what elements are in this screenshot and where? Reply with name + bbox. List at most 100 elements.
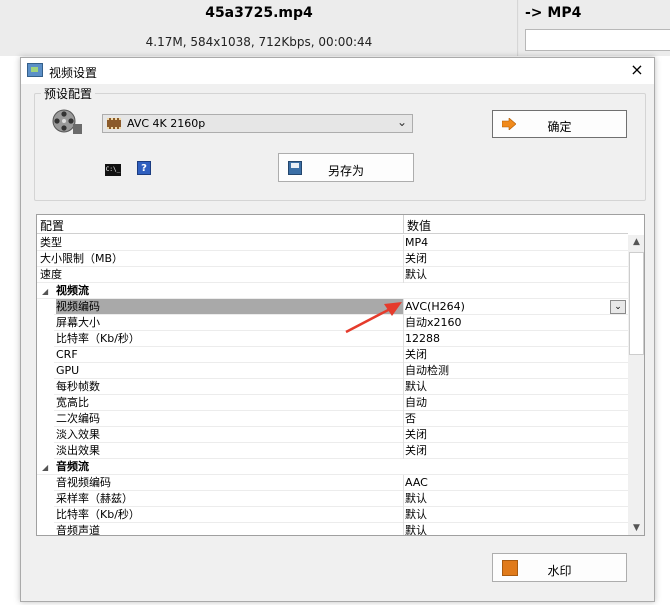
video-settings-icon [27, 63, 43, 77]
row-key: 视频编码 [56, 299, 403, 314]
row-key: 比特率（Kb/秒） [56, 332, 140, 345]
row-gutter [37, 331, 54, 347]
column-separator [403, 475, 404, 491]
row-value[interactable]: 否 [405, 411, 416, 426]
file-name: 45a3725.mp4 [205, 5, 313, 21]
row-gutter [37, 523, 54, 535]
grid-category-row[interactable]: ◢ 视频流 [37, 283, 628, 299]
row-gutter [37, 315, 54, 331]
row-value[interactable]: 自动检测 [405, 363, 449, 378]
row-value[interactable]: AVC(H264) [405, 299, 465, 314]
grid-row[interactable]: 淡出效果 关闭 [37, 443, 628, 459]
row-gutter [37, 427, 54, 443]
row-key: 每秒帧数 [56, 380, 100, 393]
column-separator [403, 443, 404, 459]
row-value[interactable]: 默认 [405, 523, 427, 535]
row-gutter [37, 299, 54, 315]
collapse-triangle-icon[interactable]: ◢ [42, 284, 48, 299]
watermark-button[interactable]: 水印 [492, 553, 627, 582]
preset-value: AVC 4K 2160p [127, 117, 206, 130]
vertical-scrollbar[interactable]: ▲ ▼ [628, 235, 644, 535]
ok-label: 确定 [547, 120, 572, 134]
grid-row[interactable]: 屏幕大小 自动x2160 [37, 315, 628, 331]
row-value[interactable]: 关闭 [405, 443, 427, 458]
grid-row[interactable]: CRF 关闭 [37, 347, 628, 363]
column-separator [403, 251, 404, 267]
grid-row[interactable]: 视频编码 AVC(H264) ⌄ [37, 299, 628, 315]
row-gutter [37, 379, 54, 395]
grid-row[interactable]: 速度 默认 [37, 267, 628, 283]
row-key: 视频流 [56, 284, 89, 297]
row-value[interactable]: 关闭 [405, 347, 427, 362]
dialog-titlebar: 视频设置 × [21, 58, 654, 84]
film-reel-icon [52, 109, 82, 134]
preset-group-label: 预设配置 [41, 85, 96, 102]
row-value[interactable]: 默认 [405, 267, 427, 282]
grid-rows: 类型 MP4 大小限制（MB） 关闭 速度 默认 ◢ 视频流 视频编码 AVC(H264) ⌄ 屏幕大… [37, 235, 628, 535]
row-value[interactable]: 关闭 [405, 251, 427, 266]
row-value[interactable]: 自动 [405, 395, 427, 410]
help-icon[interactable]: ? [137, 161, 151, 175]
column-separator [403, 379, 404, 395]
ok-button[interactable]: 确定 [492, 110, 627, 138]
row-key: 采样率（赫兹） [56, 492, 133, 505]
row-gutter [37, 475, 54, 491]
column-separator [403, 215, 404, 234]
output-path-field[interactable] [525, 29, 670, 51]
row-gutter [37, 507, 54, 523]
grid-row[interactable]: 比特率（Kb/秒） 12288 [37, 331, 628, 347]
scroll-thumb[interactable] [629, 252, 644, 355]
grid-row[interactable]: 音频声道 默认 [37, 523, 628, 535]
grid-row[interactable]: 二次编码 否 [37, 411, 628, 427]
column-separator [403, 411, 404, 427]
row-key: 音视频编码 [56, 476, 111, 489]
collapse-triangle-icon[interactable]: ◢ [42, 460, 48, 475]
row-key: 淡入效果 [56, 428, 100, 441]
row-value[interactable]: 自动x2160 [405, 315, 462, 330]
scroll-up-icon[interactable]: ▲ [628, 235, 644, 249]
column-separator [403, 315, 404, 331]
column-separator [403, 363, 404, 379]
file-item-header[interactable]: 45a3725.mp4 4.17M, 584x1038, 712Kbps, 00… [0, 0, 518, 56]
row-value[interactable]: 默认 [405, 507, 427, 522]
close-icon[interactable]: × [628, 61, 646, 79]
grid-category-row[interactable]: ◢ 音频流 [37, 459, 628, 475]
row-key: 屏幕大小 [56, 316, 100, 329]
row-key: 大小限制（MB） [40, 252, 124, 265]
row-key: 速度 [40, 268, 62, 281]
grid-row[interactable]: 宽高比 自动 [37, 395, 628, 411]
row-value[interactable]: AAC [405, 475, 428, 490]
column-separator [403, 427, 404, 443]
save-as-label: 另存为 [327, 164, 364, 178]
scroll-down-icon[interactable]: ▼ [628, 521, 644, 535]
film-strip-icon [107, 118, 121, 129]
preset-dropdown[interactable]: AVC 4K 2160p ⌄ [102, 114, 413, 133]
column-separator [403, 395, 404, 411]
row-key: 音频流 [56, 460, 89, 473]
grid-row[interactable]: 类型 MP4 [37, 235, 628, 251]
file-info: 4.17M, 584x1038, 712Kbps, 00:00:44 [145, 35, 373, 49]
row-key: 淡出效果 [56, 444, 100, 457]
column-separator [403, 299, 404, 315]
save-as-button[interactable]: 另存为 [278, 153, 414, 182]
grid-row[interactable]: 采样率（赫兹） 默认 [37, 491, 628, 507]
video-settings-dialog: 视频设置 × 预设配置 AVC 4K 2160p ⌄ 确定 C:\_ ? 另存为… [20, 57, 655, 602]
row-value[interactable]: 12288 [405, 331, 440, 346]
grid-row[interactable]: 每秒帧数 默认 [37, 379, 628, 395]
row-gutter [37, 395, 54, 411]
grid-row[interactable]: GPU 自动检测 [37, 363, 628, 379]
command-line-icon[interactable]: C:\_ [105, 164, 121, 176]
column-separator [403, 267, 404, 283]
row-value[interactable]: 默认 [405, 379, 427, 394]
row-value[interactable]: 默认 [405, 491, 427, 506]
grid-row[interactable]: 比特率（Kb/秒） 默认 [37, 507, 628, 523]
row-value[interactable]: 关闭 [405, 427, 427, 442]
grid-row[interactable]: 淡入效果 关闭 [37, 427, 628, 443]
row-gutter [37, 411, 54, 427]
chevron-down-icon[interactable]: ⌄ [610, 300, 626, 314]
grid-row[interactable]: 音视频编码 AAC [37, 475, 628, 491]
dialog-title: 视频设置 [49, 66, 98, 80]
grid-row[interactable]: 大小限制（MB） 关闭 [37, 251, 628, 267]
grid-header: 配置 数值 [37, 215, 628, 234]
row-value[interactable]: MP4 [405, 235, 428, 250]
